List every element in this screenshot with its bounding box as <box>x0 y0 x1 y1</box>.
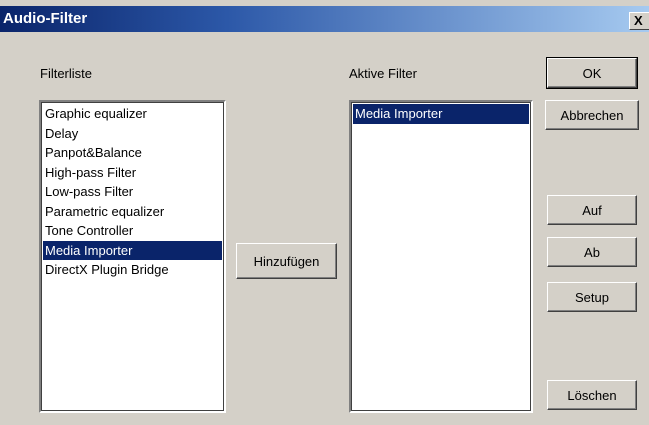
aktive-filter-listbox[interactable]: Media Importer <box>349 100 533 413</box>
list-item[interactable]: Media Importer <box>353 104 529 124</box>
ab-button[interactable]: Ab <box>547 237 637 267</box>
setup-button[interactable]: Setup <box>547 282 637 312</box>
list-item[interactable]: Low-pass Filter <box>43 182 222 202</box>
ok-button[interactable]: OK <box>546 57 638 89</box>
window-title: Audio-Filter <box>3 10 88 27</box>
list-item[interactable]: Tone Controller <box>43 221 222 241</box>
list-item[interactable]: DirectX Plugin Bridge <box>43 260 222 280</box>
audio-filter-dialog: Audio-Filter X Filterliste Aktive Filter… <box>0 0 649 425</box>
list-item[interactable]: Graphic equalizer <box>43 104 222 124</box>
filterliste-listbox[interactable]: Graphic equalizer Delay Panpot&Balance High… <box>39 100 226 413</box>
list-item[interactable]: Parametric equalizer <box>43 202 222 222</box>
abbrechen-button[interactable]: Abbrechen <box>545 100 639 130</box>
aktive-filter-label: Aktive Filter <box>349 66 417 81</box>
hinzufuegen-button[interactable]: Hinzufügen <box>236 243 337 279</box>
list-item[interactable]: Delay <box>43 124 222 144</box>
list-item[interactable]: Media Importer <box>43 240 222 260</box>
filterliste-label: Filterliste <box>40 66 93 81</box>
auf-button[interactable]: Auf <box>547 195 637 225</box>
title-bar[interactable]: Audio-Filter X <box>0 6 649 32</box>
list-item[interactable]: Panpot&Balance <box>43 143 222 163</box>
loeschen-button[interactable]: Löschen <box>547 380 637 410</box>
list-item[interactable]: High-pass Filter <box>43 163 222 183</box>
close-icon[interactable]: X <box>629 12 649 30</box>
